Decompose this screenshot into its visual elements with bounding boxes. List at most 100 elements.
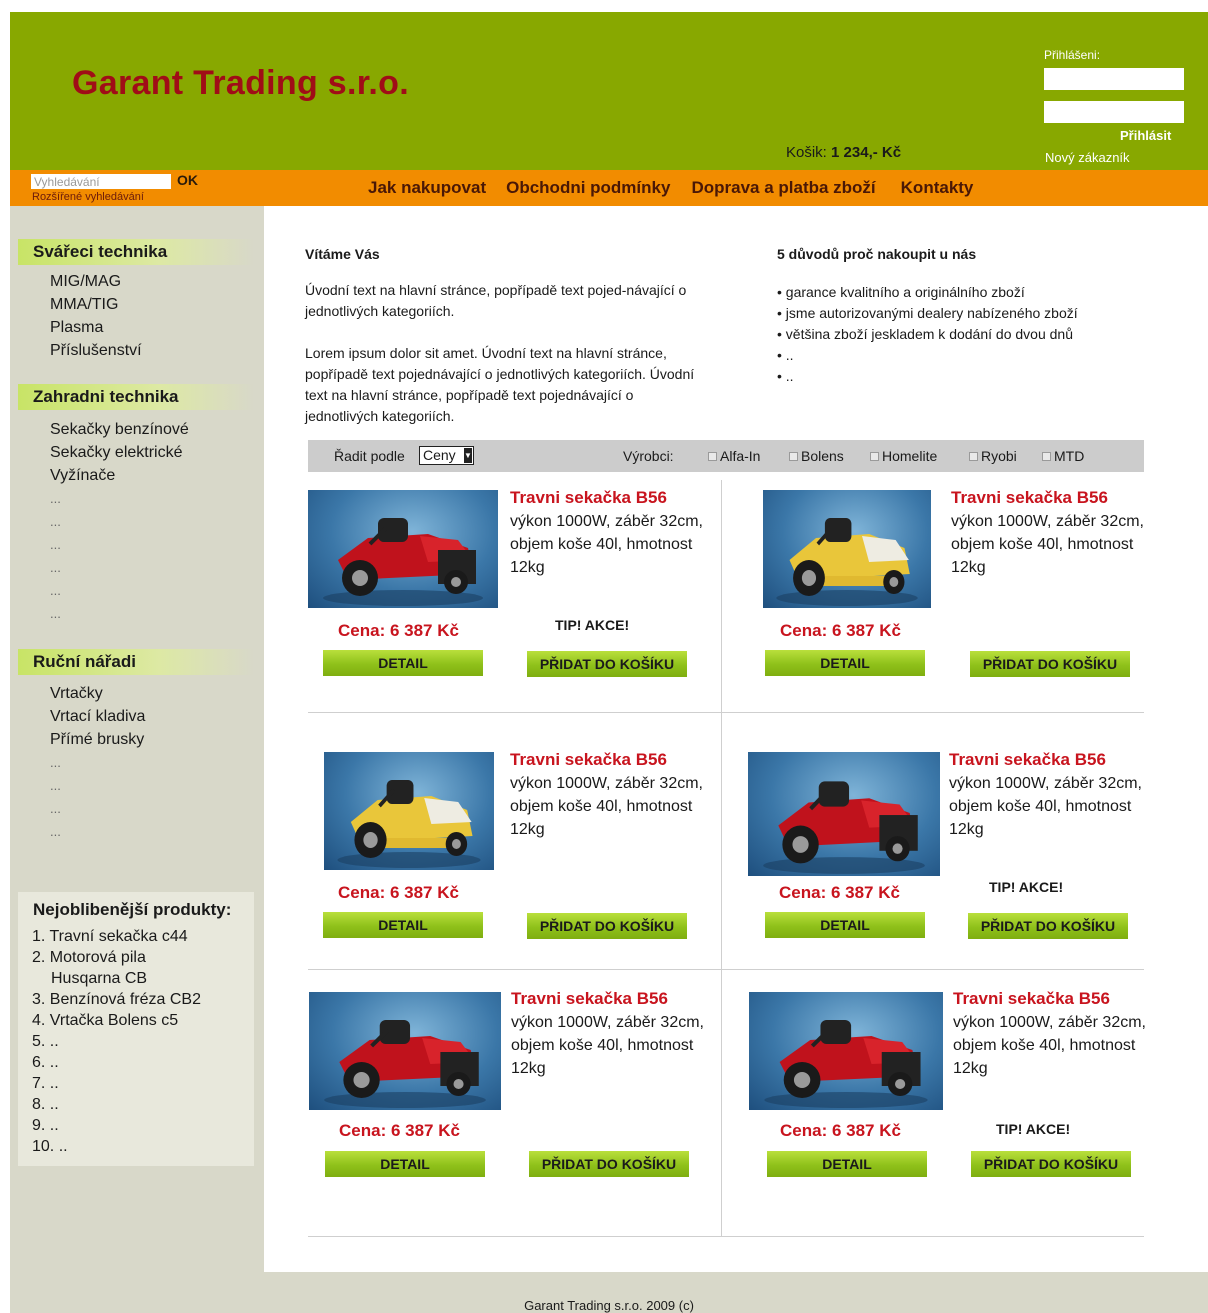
sidebar-item[interactable]: ... [50, 797, 145, 820]
list-item: • .. [777, 347, 794, 363]
advanced-search-link[interactable]: Rozšířené vyhledávání [32, 191, 144, 203]
product-description: výkon 1000W, záběr 32cm, objem koše 40l,… [510, 775, 703, 838]
sidebar-item[interactable]: ... [50, 579, 189, 602]
sidebar-item[interactable]: Přímé brusky [50, 728, 145, 751]
product-title[interactable]: Travni sekačka B56 [510, 750, 667, 770]
nav-link-shipping[interactable]: Doprava a platba zboží [691, 178, 875, 198]
maker-checkbox-alfa-in[interactable]: Alfa-In [708, 448, 760, 464]
sidebar-item[interactable]: ... [50, 533, 189, 556]
add-to-cart-button[interactable]: PŘIDAT DO KOŠÍKU [529, 1151, 689, 1177]
sidebar-item[interactable]: ... [50, 820, 145, 843]
login-username-input[interactable] [1044, 68, 1184, 90]
sidebar-item[interactable]: ... [50, 602, 189, 625]
maker-checkbox-bolens[interactable]: Bolens [789, 448, 844, 464]
product-image[interactable] [308, 490, 498, 608]
product-image[interactable] [763, 490, 931, 608]
product-title[interactable]: Travni sekačka B56 [510, 488, 667, 508]
sidebar-item[interactable]: Příslušenství [50, 339, 142, 362]
product-title[interactable]: Travni sekačka B56 [511, 989, 668, 1009]
detail-button[interactable]: DETAIL [765, 650, 925, 676]
chevron-down-icon: ▼ [464, 448, 472, 463]
maker-checkbox-mtd[interactable]: MTD [1042, 448, 1084, 464]
add-to-cart-button[interactable]: PŘIDAT DO KOŠÍKU [968, 913, 1128, 939]
new-customer-link[interactable]: Nový zákazník [1045, 150, 1130, 165]
login-password-input[interactable] [1044, 101, 1184, 123]
add-to-cart-button[interactable]: PŘIDAT DO KOŠÍKU [527, 913, 687, 939]
checkbox-icon [1042, 452, 1051, 461]
checkbox-icon [708, 452, 717, 461]
nav-link-how-to-buy[interactable]: Jak nakupovat [368, 178, 486, 198]
list-item[interactable]: 2. Motorová pila [32, 947, 201, 968]
cart-summary[interactable]: Košik: 1 234,- Kč [786, 144, 901, 161]
product-image[interactable] [324, 752, 494, 870]
sidebar-item[interactable]: Plasma [50, 316, 142, 339]
sidebar-item[interactable]: Sekačky benzínové [50, 418, 189, 441]
lawn-mower-icon [764, 1020, 928, 1108]
sidebar-item[interactable]: MIG/MAG [50, 270, 142, 293]
search-button[interactable]: OK [177, 172, 198, 188]
detail-button[interactable]: DETAIL [323, 650, 483, 676]
list-item[interactable]: Husqarna CB [32, 968, 201, 989]
product-image[interactable] [309, 992, 501, 1110]
product-title[interactable]: Travni sekačka B56 [949, 750, 1106, 770]
sidebar-item[interactable]: Vrtací kladiva [50, 705, 145, 728]
site-logo[interactable]: Garant Trading s.r.o. [72, 64, 409, 103]
sort-select[interactable]: Ceny ▼ [419, 446, 474, 465]
product-description: výkon 1000W, záběr 32cm, objem koše 40l,… [949, 775, 1142, 838]
list-item[interactable]: 9. .. [32, 1115, 201, 1136]
detail-button[interactable]: DETAIL [323, 912, 483, 938]
category-header-garden[interactable]: Zahradni technika [18, 384, 254, 410]
product-description: výkon 1000W, záběr 32cm, objem koše 40l,… [953, 1014, 1146, 1077]
sidebar-item[interactable]: Sekačky elektrické [50, 441, 189, 464]
maker-name: Ryobi [981, 448, 1017, 464]
product-price: Cena: 6 387 Kč [780, 1121, 901, 1140]
product-title[interactable]: Travni sekačka B56 [953, 989, 1110, 1009]
list-item[interactable]: 6. .. [32, 1052, 201, 1073]
maker-checkbox-ryobi[interactable]: Ryobi [969, 448, 1017, 464]
checkbox-icon [789, 452, 798, 461]
login-button[interactable]: Přihlásit [1120, 128, 1171, 143]
sidebar-item[interactable]: MMA/TIG [50, 293, 142, 316]
maker-name: Bolens [801, 448, 844, 464]
page: Garant Trading s.r.o. Košik: 1 234,- Kč … [10, 12, 1208, 1313]
sidebar-item[interactable]: ... [50, 487, 189, 510]
product-title[interactable]: Travni sekačka B56 [951, 488, 1108, 508]
list-item[interactable]: 5. .. [32, 1031, 201, 1052]
category-header-hand-tools[interactable]: Ruční nářadi [18, 649, 254, 675]
nav-link-contacts[interactable]: Kontakty [901, 178, 974, 198]
list-item[interactable]: 7. .. [32, 1073, 201, 1094]
list-item[interactable]: 4. Vrtačka Bolens c5 [32, 1010, 201, 1031]
search-input[interactable] [31, 174, 171, 189]
product-price: Cena: 6 387 Kč [780, 621, 901, 640]
lawn-mower-icon [323, 518, 483, 606]
sidebar-item[interactable]: ... [50, 510, 189, 533]
product-price: Cena: 6 387 Kč [338, 883, 459, 902]
sidebar-item[interactable]: ... [50, 774, 145, 797]
detail-button[interactable]: DETAIL [325, 1151, 485, 1177]
sidebar-item[interactable]: ... [50, 556, 189, 579]
add-to-cart-button[interactable]: PŘIDAT DO KOŠÍKU [527, 651, 687, 677]
product-image[interactable] [748, 752, 940, 876]
product-description: výkon 1000W, záběr 32cm, objem koše 40l,… [510, 513, 703, 576]
detail-button[interactable]: DETAIL [767, 1151, 927, 1177]
main-nav: Jak nakupovat Obchodni podmínky Doprava … [368, 178, 993, 198]
product-badge: TIP! AKCE! [989, 879, 1064, 895]
main-content: Vítáme Vás Úvodní text na hlavní stránce… [264, 206, 1208, 1272]
sidebar-item[interactable]: Vrtačky [50, 682, 145, 705]
product-image[interactable] [749, 992, 943, 1110]
list-item[interactable]: 1. Travní sekačka c44 [32, 926, 201, 947]
sidebar-item[interactable]: Vyžínače [50, 464, 189, 487]
sidebar-item[interactable]: ... [50, 751, 145, 774]
list-item[interactable]: 3. Benzínová fréza CB2 [32, 989, 201, 1010]
category-header-welding[interactable]: Svářeci technika [18, 239, 254, 265]
list-item[interactable]: 8. .. [32, 1094, 201, 1115]
detail-button[interactable]: DETAIL [765, 912, 925, 938]
maker-checkbox-homelite[interactable]: Homelite [870, 448, 937, 464]
lawn-mower-icon [763, 781, 925, 874]
add-to-cart-button[interactable]: PŘIDAT DO KOŠÍKU [971, 1151, 1131, 1177]
popular-products-list: 1. Travní sekačka c44 2. Motorová pila H… [32, 926, 201, 1157]
nav-link-terms[interactable]: Obchodni podmínky [506, 178, 670, 198]
add-to-cart-button[interactable]: PŘIDAT DO KOŠÍKU [970, 651, 1130, 677]
list-item[interactable]: 10. .. [32, 1136, 201, 1157]
product-badge: TIP! AKCE! [555, 617, 630, 633]
